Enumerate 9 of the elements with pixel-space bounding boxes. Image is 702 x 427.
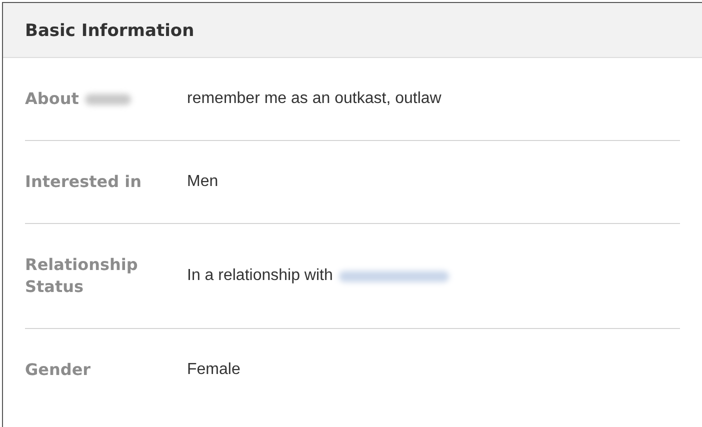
field-value: Female (187, 361, 240, 379)
field-value: In a relationship with (187, 267, 333, 285)
field-label: About (25, 88, 79, 110)
field-value: Men (187, 173, 218, 191)
field-value: remember me as an outkast, outlaw (187, 90, 442, 108)
field-label: Interested in (25, 171, 143, 193)
field-label: Relationship Status (25, 254, 139, 298)
field-label: Gender (25, 359, 92, 381)
section-title: Basic Information (3, 3, 702, 58)
